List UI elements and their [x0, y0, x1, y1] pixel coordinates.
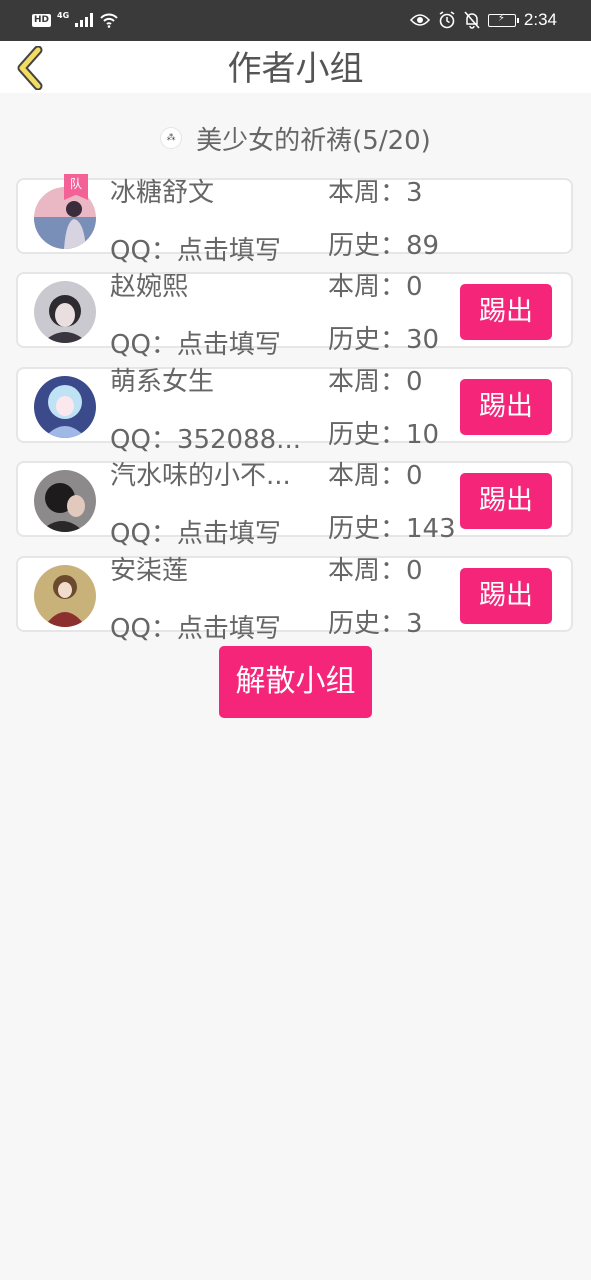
avatar[interactable] — [34, 565, 96, 627]
member-qq[interactable]: QQ：点击填写 — [110, 230, 310, 267]
member-qq[interactable]: QQ：点击填写 — [110, 324, 310, 361]
member-week-count: 本周：0 — [328, 272, 423, 302]
status-right: ⚡ 2:34 — [409, 9, 557, 31]
status-left: HD 4G — [32, 10, 119, 30]
member-week-count: 本周：0 — [328, 556, 423, 586]
member-name: 安柒莲 — [110, 556, 189, 586]
member-card: 赵婉熙 QQ：点击填写 本周：0 历史：30 踢出 — [16, 272, 573, 360]
alarm-icon — [439, 11, 455, 29]
status-bar: HD 4G ⚡ 2:34 — [0, 0, 591, 41]
member-history-count: 历史：143 — [328, 514, 456, 544]
group-name: 美少女的祈祷(5/20) — [196, 125, 431, 156]
member-week-count: 本周：0 — [328, 367, 423, 397]
wifi-icon — [100, 13, 118, 28]
kick-button[interactable]: 踢出 — [460, 473, 552, 529]
status-time: 2:34 — [523, 10, 557, 29]
member-card: 队 冰糖舒文 QQ：点击填写 本周：3 历史：89 — [16, 174, 573, 266]
member-qq[interactable]: QQ：点击填写 — [110, 608, 310, 645]
signal-icon — [75, 13, 94, 27]
avatar[interactable] — [34, 281, 96, 343]
dissolve-group-button[interactable]: 解散小组 — [219, 646, 372, 718]
network-type: 4G — [57, 10, 70, 20]
member-week-count: 本周：3 — [328, 178, 423, 208]
kick-button[interactable]: 踢出 — [460, 284, 552, 340]
group-info: ⁂ 美少女的祈祷(5/20) — [0, 118, 591, 158]
member-card: 萌系女生 QQ：352088... 本周：0 历史：10 踢出 — [16, 367, 573, 455]
member-card: 汽水味的小不... QQ：点击填写 本周：0 历史：143 踢出 — [16, 461, 573, 549]
member-qq[interactable]: QQ：点击填写 — [110, 513, 310, 550]
member-name: 汽水味的小不... — [110, 461, 291, 491]
member-name: 赵婉熙 — [110, 272, 189, 302]
hd-badge: HD — [32, 13, 52, 27]
member-history-count: 历史：89 — [328, 231, 440, 261]
member-history-count: 历史：10 — [328, 420, 440, 450]
member-name: 萌系女生 — [110, 367, 215, 397]
member-qq[interactable]: QQ：352088... — [110, 419, 310, 456]
member-history-count: 历史：3 — [328, 609, 423, 639]
kick-button[interactable]: 踢出 — [460, 379, 552, 435]
app-header: 作者小组 — [0, 41, 591, 93]
eye-icon — [409, 14, 430, 26]
member-name: 冰糖舒文 — [110, 178, 215, 208]
kick-button[interactable]: 踢出 — [460, 568, 552, 624]
member-week-count: 本周：0 — [328, 461, 423, 491]
avatar[interactable] — [34, 470, 96, 532]
member-history-count: 历史：30 — [328, 325, 440, 355]
battery-icon: ⚡ — [487, 13, 519, 27]
mute-bell-icon — [464, 11, 480, 29]
member-card: 安柒莲 QQ：点击填写 本周：0 历史：3 踢出 — [16, 556, 573, 644]
avatar[interactable] — [34, 376, 96, 438]
page-title: 作者小组 — [227, 49, 364, 89]
group-icon: ⁂ — [160, 127, 183, 149]
